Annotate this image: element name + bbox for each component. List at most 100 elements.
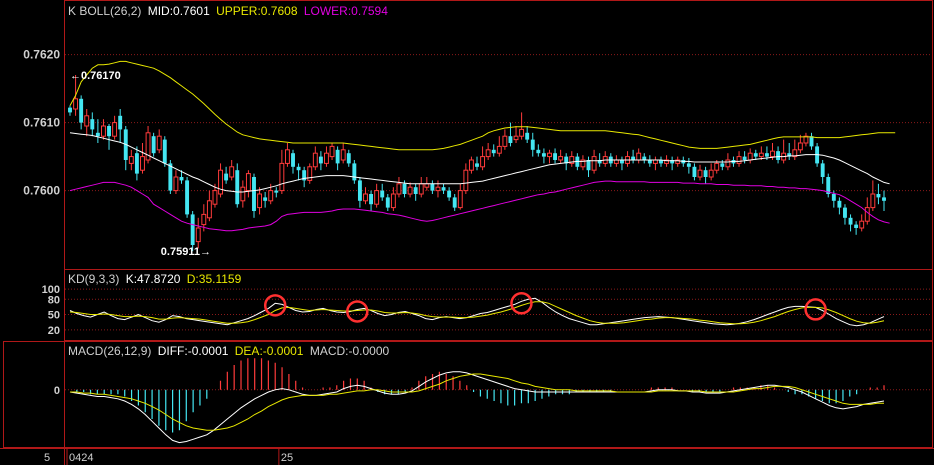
candle-up <box>714 162 720 171</box>
candle-down <box>352 163 357 181</box>
candle-down <box>346 153 351 164</box>
candle-down <box>430 183 435 191</box>
candle-down <box>369 194 374 205</box>
candle-down <box>68 107 72 113</box>
candle-up <box>613 159 619 164</box>
candle-down <box>235 170 240 205</box>
candle-down <box>742 156 747 160</box>
candle-up <box>480 156 486 168</box>
candle-up <box>747 152 753 161</box>
boll-lower-value: LOWER:0.7594 <box>304 4 388 18</box>
candle-up <box>218 169 223 195</box>
candle-down <box>876 194 881 198</box>
kd-header: KD(9,3,3) K:47.8720 D:35.1159 <box>68 272 242 286</box>
candle-down <box>79 98 84 123</box>
candle-up <box>485 149 491 158</box>
highlight-circle <box>804 298 827 321</box>
candle-up <box>312 152 318 168</box>
candle-down <box>190 214 195 245</box>
candle-down <box>809 136 814 147</box>
boll-header-prefix: K BOLL(26,2) <box>68 4 141 18</box>
price-y-tick-label: 0.7620 <box>23 48 60 62</box>
kd-y-tick-label: 80 <box>48 294 60 306</box>
candle-down <box>134 153 139 174</box>
candle-down <box>692 166 697 177</box>
candle-up <box>697 169 703 178</box>
candle-up <box>229 166 235 178</box>
bottom-left-value: 5 <box>44 452 50 464</box>
candle-up <box>864 207 870 222</box>
macd-header-prefix: MACD(26,12,9) <box>68 344 151 358</box>
candle-up <box>736 156 742 164</box>
candle-up <box>463 169 469 192</box>
candle-down <box>530 139 535 150</box>
candle-down <box>252 177 256 211</box>
candle-up <box>870 193 876 209</box>
date-label: 0424 <box>69 452 93 464</box>
candle-down <box>107 126 111 137</box>
candle-up <box>257 193 263 209</box>
date-label: 25 <box>281 452 293 464</box>
kd-k-line <box>69 297 885 327</box>
candle-up <box>374 190 380 205</box>
candle-down <box>854 224 859 228</box>
candle-down <box>620 160 624 164</box>
candle-up <box>513 135 519 141</box>
candle-up <box>206 200 212 219</box>
macd-diff-value: DIFF:-0.0001 <box>158 344 229 358</box>
candle-down <box>179 177 184 181</box>
macd-y-tick-label: 0 <box>54 385 60 397</box>
candle-up <box>652 159 658 164</box>
candle-up <box>340 149 346 161</box>
candle-down <box>831 194 836 201</box>
candle-down <box>318 156 323 164</box>
candle-up <box>195 227 201 243</box>
candle-up <box>547 152 552 158</box>
candle-down <box>447 190 452 198</box>
candle-up <box>797 142 803 151</box>
extreme-price-annotation: ←0.76170 <box>70 70 121 82</box>
kd-d-line <box>69 301 885 325</box>
candle-down <box>508 136 513 143</box>
candle-down <box>224 173 229 181</box>
candle-up <box>558 156 564 161</box>
candle-down <box>296 166 301 171</box>
candle-up <box>73 98 79 110</box>
candle-up <box>363 193 368 202</box>
candle-down <box>491 149 496 154</box>
macd-macd-value: MACD:-0.0000 <box>310 344 390 358</box>
candle-down <box>776 151 781 160</box>
candle-up <box>468 159 474 171</box>
kd-k-value: K:47.8720 <box>126 272 181 286</box>
candle-down <box>452 197 457 208</box>
candle-down <box>274 190 279 193</box>
candle-up <box>591 156 597 171</box>
candle-down <box>380 190 385 198</box>
candle-down <box>118 115 123 130</box>
candle-up <box>496 145 502 154</box>
candle-down <box>536 149 541 154</box>
candle-up <box>268 190 274 202</box>
candle-down <box>647 160 652 164</box>
candle-up <box>424 183 430 188</box>
candle-down <box>720 163 725 167</box>
candle-up <box>859 220 865 229</box>
candle-up <box>708 169 714 178</box>
extreme-price-annotation: 0.75911→ <box>161 246 211 258</box>
candle-up <box>240 186 246 202</box>
highlight-circle <box>263 294 287 317</box>
candle-up <box>128 156 134 164</box>
candle-down <box>848 217 853 225</box>
candle-down <box>553 153 558 160</box>
candle-up <box>636 152 642 161</box>
candle-down <box>820 163 825 177</box>
macd-diff-line <box>69 371 885 444</box>
candle-down <box>151 136 156 154</box>
candle-up <box>418 183 424 195</box>
candle-down <box>686 163 691 167</box>
candle-down <box>185 180 190 215</box>
boll-mid-line <box>69 132 890 193</box>
candle-up <box>457 190 463 209</box>
macd-header: MACD(26,12,9) DIFF:-0.0001 DEA:-0.0001 M… <box>68 344 390 358</box>
candle-down <box>631 156 636 160</box>
